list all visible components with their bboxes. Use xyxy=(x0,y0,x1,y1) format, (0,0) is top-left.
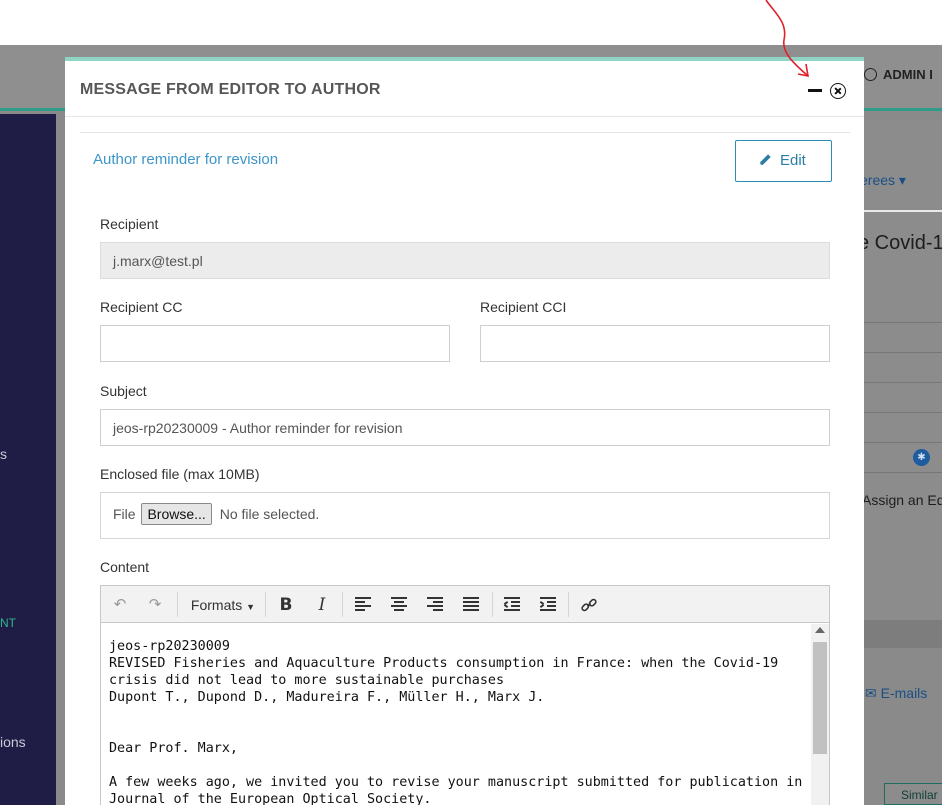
content-line: Dear Prof. Marx, xyxy=(109,741,238,756)
redo-icon[interactable]: ↷ xyxy=(146,595,164,615)
minimize-icon[interactable] xyxy=(808,89,822,92)
content-line: ​ xyxy=(109,723,811,740)
user-label: ADMIN I xyxy=(883,67,933,82)
subject-label: Subject xyxy=(100,383,147,399)
formats-label: Formats xyxy=(190,597,243,613)
align-justify-icon[interactable] xyxy=(463,597,479,611)
link-icon[interactable] xyxy=(580,596,598,614)
background-panel xyxy=(864,120,942,620)
scroll-thumb[interactable] xyxy=(813,642,827,754)
divider xyxy=(864,442,942,443)
editor-toolbar: ↶ ↷ Formats ▼ B I xyxy=(101,586,829,623)
pin-icon[interactable]: ✱ xyxy=(913,449,930,466)
pencil-icon xyxy=(759,154,771,166)
enclosed-file-label: Enclosed file (max 10MB) xyxy=(100,466,260,482)
sidebar: s NT ions xyxy=(0,114,56,805)
toolbar-separator xyxy=(492,592,493,617)
toolbar-separator xyxy=(177,592,178,617)
recipient-cc-label: Recipient CC xyxy=(100,299,183,315)
divider xyxy=(864,352,942,353)
user-menu[interactable]: ADMIN I xyxy=(864,67,933,82)
bold-icon[interactable]: B xyxy=(276,595,296,615)
similar-button[interactable]: Similar xyxy=(884,783,942,805)
browse-button[interactable]: Browse... xyxy=(141,503,212,525)
emails-tab-label: E-mails xyxy=(880,685,928,701)
toolbar-separator xyxy=(342,592,343,617)
user-icon xyxy=(864,68,877,81)
outdent-icon[interactable] xyxy=(503,597,520,611)
italic-icon[interactable]: I xyxy=(312,595,332,615)
align-center-icon[interactable] xyxy=(391,597,407,611)
subject-field[interactable]: jeos-rp20230009 - Author reminder for re… xyxy=(100,409,830,446)
content-label: Content xyxy=(100,559,150,575)
annotation-arrow-icon xyxy=(765,0,809,78)
recipient-label: Recipient xyxy=(100,216,159,232)
referees-menu[interactable]: erees ▾ xyxy=(860,172,906,189)
recipient-cci-label: Recipient CCI xyxy=(480,299,567,315)
content-line: A few weeks ago, we invited you to revis… xyxy=(109,775,811,805)
divider xyxy=(864,322,942,323)
recipient-cc-field[interactable] xyxy=(100,325,450,362)
panel-heading: Author reminder for revision xyxy=(93,151,279,168)
divider-band xyxy=(864,620,942,648)
content-line: jeos-rp20230009 xyxy=(109,639,230,654)
sidebar-fragment[interactable]: ions xyxy=(0,734,26,750)
recipient-field: j.marx@test.pl xyxy=(100,242,830,279)
emails-tab[interactable]: ✉ E-mails xyxy=(865,685,927,702)
undo-icon[interactable]: ↶ xyxy=(111,595,129,615)
sidebar-fragment-active[interactable]: NT xyxy=(0,616,16,630)
file-prefix: File xyxy=(113,506,136,522)
divider xyxy=(864,382,942,383)
indent-icon[interactable] xyxy=(539,597,556,611)
close-icon[interactable] xyxy=(830,83,846,99)
caret-down-icon: ▼ xyxy=(246,602,256,612)
divider xyxy=(864,412,942,413)
file-input-box: File Browse... No file selected. xyxy=(100,492,830,539)
align-left-icon[interactable] xyxy=(355,597,371,611)
edit-button[interactable]: Edit xyxy=(735,140,832,182)
divider xyxy=(864,210,942,212)
article-title-fragment: e Covid-1 xyxy=(858,232,942,254)
editor-content[interactable]: jeos-rp20230009 REVISED Fisheries and Aq… xyxy=(101,624,811,805)
message-modal: MESSAGE FROM EDITOR TO AUTHOR Author rem… xyxy=(65,57,864,805)
assign-editor-fragment[interactable]: Assign an Ed xyxy=(862,492,942,508)
sidebar-fragment[interactable]: s xyxy=(0,446,7,462)
rich-text-editor: ↶ ↷ Formats ▼ B I jeos-rp20230009 REVISE… xyxy=(100,585,830,805)
content-line: REVISED Fisheries and Aquaculture Produc… xyxy=(109,656,787,688)
toolbar-separator xyxy=(265,592,266,617)
envelope-icon: ✉ xyxy=(865,685,881,701)
edit-button-label: Edit xyxy=(780,152,806,169)
content-line: Dupont T., Dupond D., Madureira F., Müll… xyxy=(109,690,545,705)
editor-scrollbar[interactable] xyxy=(811,624,829,805)
scroll-up-icon[interactable] xyxy=(815,627,825,633)
modal-title: MESSAGE FROM EDITOR TO AUTHOR xyxy=(80,81,381,98)
content-line: ​ xyxy=(109,706,811,723)
align-right-icon[interactable] xyxy=(427,597,443,611)
recipient-cci-field[interactable] xyxy=(480,325,830,362)
file-status: No file selected. xyxy=(219,506,320,522)
formats-dropdown[interactable]: Formats ▼ xyxy=(187,595,259,615)
divider xyxy=(864,472,942,473)
toolbar-separator xyxy=(568,592,569,617)
content-line: ​ xyxy=(109,757,811,774)
